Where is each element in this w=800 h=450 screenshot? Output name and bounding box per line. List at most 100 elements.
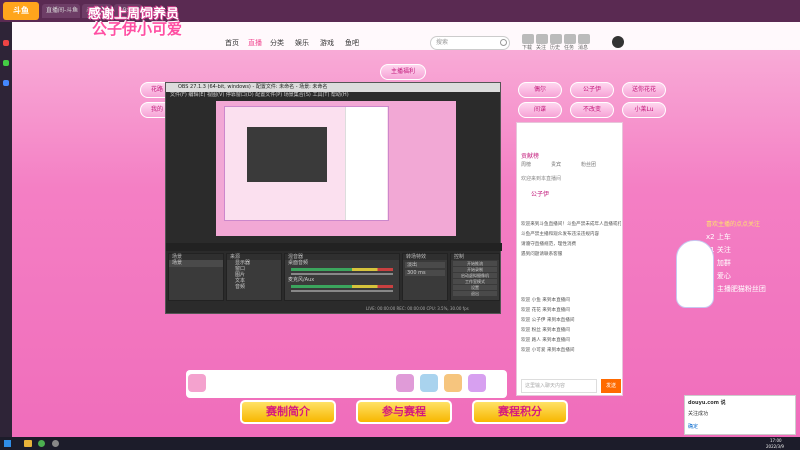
anchor-welfare-pill[interactable]: 主播福利 xyxy=(380,64,426,80)
message-label: 消息 xyxy=(578,45,589,51)
chat-input[interactable]: 这里输入聊天内容 xyxy=(521,379,597,393)
toast-message: 关注成功 xyxy=(688,411,709,417)
send-button[interactable]: 发送 xyxy=(601,379,621,393)
follow-label: 关注 xyxy=(536,45,547,51)
volume-slider[interactable] xyxy=(291,273,393,275)
points-button[interactable]: 赛程积分 xyxy=(472,400,568,424)
browser-tab[interactable]: 直播间-斗鱼 xyxy=(42,4,80,18)
obs-icon[interactable] xyxy=(52,440,59,447)
ranking-tab[interactable]: 贵宾 xyxy=(551,161,561,168)
nav-fishbar[interactable]: 鱼吧 xyxy=(345,38,359,48)
gift-icon[interactable] xyxy=(444,374,462,392)
notice-text: 欢迎来到本直播间 xyxy=(521,176,562,182)
studio-mode-button[interactable]: 工作室模式 xyxy=(453,279,497,284)
name-pill[interactable]: 小莱Lu xyxy=(622,102,666,118)
sources-dock[interactable]: 来源 显示器 窗口 图片 文本 音频 xyxy=(226,253,282,301)
mixer-channel-label: 桌面音频 xyxy=(288,260,309,266)
scenes-dock[interactable]: 场景 场景 xyxy=(168,253,224,301)
obs-menu-bar[interactable]: 文件(F) 编辑(E) 视图(V) 停靠窗口(D) 配置文件(P) 场景集合(S… xyxy=(166,92,500,99)
side-panel: 贡献榜 周榜 贵宾 粉丝团 欢迎来到本直播间 公子伊 欢迎来到斗鱼直播间！斗鱼严… xyxy=(516,122,623,396)
download-icon[interactable] xyxy=(522,34,534,44)
browser-icon[interactable] xyxy=(38,440,45,447)
chat-message: 欢迎 小鱼 来到本直播间 xyxy=(521,298,570,303)
rules-button[interactable]: 赛制简介 xyxy=(240,400,336,424)
windows-start-icon[interactable] xyxy=(4,440,11,447)
volume-slider[interactable] xyxy=(291,290,393,292)
app-icon[interactable] xyxy=(3,40,9,46)
mascot-image xyxy=(676,240,714,308)
host-name[interactable]: 公子伊 xyxy=(531,189,549,198)
duration-input[interactable]: 300 ms xyxy=(405,270,445,276)
settings-button[interactable]: 设置 xyxy=(453,285,497,290)
gift-bar xyxy=(186,370,507,398)
source-item[interactable]: 音频 xyxy=(227,284,281,290)
nested-side-panel xyxy=(345,107,387,220)
chat-message: 欢迎 小可爱 来到本直播间 xyxy=(521,348,575,353)
gift-icon[interactable] xyxy=(188,374,206,392)
obs-preview[interactable] xyxy=(216,101,456,236)
fans-title: 喜欢主播的点点关注 xyxy=(706,221,761,228)
search-input[interactable]: 搜索 xyxy=(430,36,510,50)
follow-icon[interactable] xyxy=(536,34,548,44)
name-pill[interactable]: 不改变 xyxy=(570,102,614,118)
transitions-dock[interactable]: 转场特效 淡出 300 ms xyxy=(402,253,448,301)
site-logo[interactable]: 斗鱼 xyxy=(3,2,39,20)
obs-window[interactable]: OBS 27.1.3 (64-bit, windows) - 配置文件: 未命名… xyxy=(165,82,502,314)
chat-message: 欢迎 公子伊 来到本直播间 xyxy=(521,318,575,323)
ranking-tab[interactable]: 周榜 xyxy=(521,161,531,168)
marquee-line-2: 公子伊小可爱 xyxy=(92,20,183,38)
chat-message: 欢迎 路人 来到本直播间 xyxy=(521,338,570,343)
start-recording-button[interactable]: 开始录制 xyxy=(453,267,497,272)
taskbar-date: 2022/3/9 xyxy=(766,444,784,449)
transition-select[interactable]: 淡出 xyxy=(405,262,445,268)
chat-message: 欢迎 花花 来到本直播间 xyxy=(521,308,570,313)
nav-games[interactable]: 游戏 xyxy=(320,38,334,48)
task-label: 任务 xyxy=(564,45,575,51)
toast-confirm[interactable]: 确定 xyxy=(688,423,792,430)
obs-title-bar[interactable]: OBS 27.1.3 (64-bit, windows) - 配置文件: 未命名… xyxy=(166,83,500,92)
volume-meter xyxy=(291,285,393,288)
explorer-icon[interactable] xyxy=(24,440,32,447)
name-pill[interactable]: 公子伊 xyxy=(570,82,614,98)
schedule-button[interactable]: 参与赛程 xyxy=(356,400,452,424)
chat-message: 斗鱼严禁主播和观众发布违法违规内容 xyxy=(521,232,600,237)
nav-category[interactable]: 分类 xyxy=(270,38,284,48)
gift-icon[interactable] xyxy=(468,374,486,392)
obs-scene-label-bar xyxy=(166,243,502,251)
transitions-dock-title: 转场特效 xyxy=(403,254,447,260)
chat-message: 遇到问题请联系客服 xyxy=(521,252,563,257)
virtual-camera-button[interactable]: 启动虚拟摄像机 xyxy=(453,273,497,278)
chat-message: 欢迎 粉丝 来到本直播间 xyxy=(521,328,570,333)
nav-entertainment[interactable]: 娱乐 xyxy=(295,38,309,48)
obs-status-bar: LIVE: 00:00:00 REC: 00:00:00 CPU: 3.5%, … xyxy=(366,306,469,311)
history-label: 历史 xyxy=(550,45,561,51)
app-icon[interactable] xyxy=(3,80,9,86)
exit-button[interactable]: 退出 xyxy=(453,291,497,296)
app-icon[interactable] xyxy=(3,60,9,66)
name-pill[interactable]: 间谍 xyxy=(518,102,562,118)
gift-icon[interactable] xyxy=(420,374,438,392)
search-icon[interactable] xyxy=(500,39,507,46)
fans-line: x1 关注 xyxy=(706,246,731,254)
fans-line: x0 主播肥猫粉丝团 xyxy=(706,285,766,293)
scene-item[interactable]: 场景 xyxy=(169,260,223,267)
task-icon[interactable] xyxy=(564,34,576,44)
notification-toast[interactable]: douyu.com 说 关注成功 确定 xyxy=(684,395,796,435)
gift-icon[interactable] xyxy=(396,374,414,392)
avatar[interactable] xyxy=(612,36,624,48)
nav-live[interactable]: 直播 xyxy=(248,38,262,48)
controls-dock[interactable]: 控制 开始推流 开始录制 启动虚拟摄像机 工作室模式 设置 退出 xyxy=(450,253,500,301)
message-icon[interactable] xyxy=(578,34,590,44)
mixer-dock[interactable]: 混音器 桌面音频 麦克风/Aux xyxy=(284,253,400,301)
fans-line: x2 上车 xyxy=(706,233,731,241)
ranking-tab[interactable]: 粉丝团 xyxy=(581,161,596,168)
toast-title: douyu.com 说 xyxy=(688,400,726,406)
nav-home[interactable]: 首页 xyxy=(225,38,239,48)
fans-overlay: 喜欢主播的点点关注 x2 上车 x1 关注 x1 加群 x1 爱心 x0 主播肥… xyxy=(706,218,766,296)
name-pill[interactable]: 送你花花 xyxy=(622,82,666,98)
name-pill[interactable]: 偶尔 xyxy=(518,82,562,98)
start-streaming-button[interactable]: 开始推流 xyxy=(453,261,497,266)
chat-message: 欢迎来到斗鱼直播间！斗鱼严禁未成年人直播或打赏 xyxy=(521,222,621,227)
chat-message: 请遵守直播规范，理性消费 xyxy=(521,242,577,247)
history-icon[interactable] xyxy=(550,34,562,44)
